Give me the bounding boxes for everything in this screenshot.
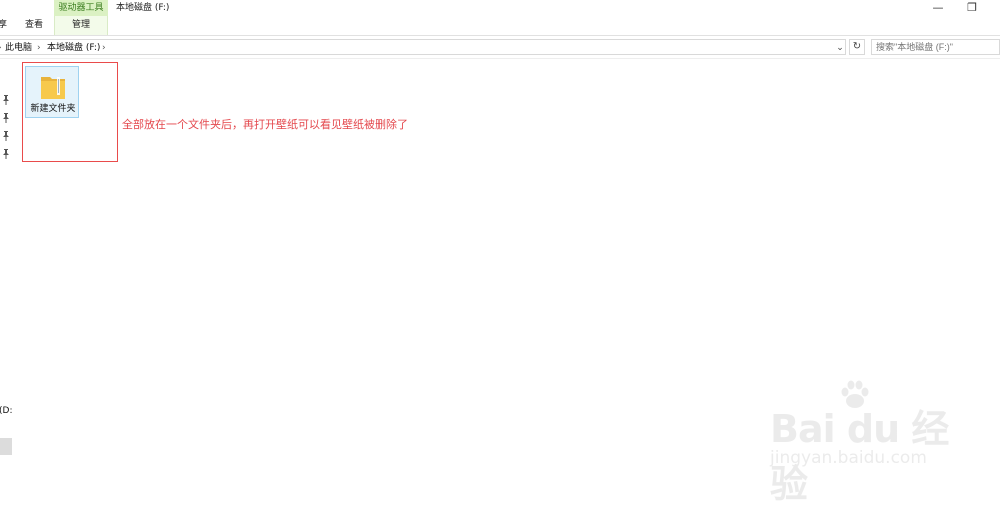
breadcrumb-separator[interactable]: › <box>102 40 106 56</box>
breadcrumb-separator: › <box>0 40 2 56</box>
nav-item-drive-d[interactable]: (D: <box>0 406 12 416</box>
breadcrumb-this-pc[interactable]: 此电脑 <box>5 40 32 56</box>
address-bar[interactable]: › 此电脑 › 本地磁盘 (F:) › ⌄ <box>0 39 846 55</box>
search-input[interactable] <box>871 39 1000 55</box>
nav-scrollbar-thumb[interactable] <box>0 438 12 455</box>
pin-icon[interactable] <box>2 131 10 141</box>
baidu-watermark: Bai du 经验 jingyan.baidu.com <box>770 380 950 506</box>
folder-icon <box>40 71 66 101</box>
folder-label: 新建文件夹 <box>30 104 76 114</box>
annotation-text: 全部放在一个文件夹后，再打开壁纸可以看见壁纸被删除了 <box>122 118 408 131</box>
breadcrumb-local-disk-f[interactable]: 本地磁盘 (F:) <box>47 40 100 56</box>
tab-view[interactable]: 查看 <box>18 16 50 35</box>
context-group-drive-tools: 驱动器工具 <box>54 0 108 16</box>
minimize-button[interactable]: — <box>924 0 952 16</box>
window-title: 本地磁盘 (F:) <box>116 3 170 13</box>
ribbon: 享 查看 驱动器工具 管理 本地磁盘 (F:) — ❐ <box>0 0 1000 36</box>
tab-manage[interactable]: 管理 <box>54 16 108 35</box>
breadcrumb-separator[interactable]: › <box>37 40 41 56</box>
pin-icon[interactable] <box>2 113 10 123</box>
pin-icon[interactable] <box>2 95 10 105</box>
tab-share[interactable]: 享 <box>0 16 7 35</box>
address-row: › 此电脑 › 本地磁盘 (F:) › ⌄ ↻ <box>0 36 1000 59</box>
watermark-site: jingyan.baidu.com <box>770 448 927 468</box>
restore-button[interactable]: ❐ <box>958 0 986 16</box>
chevron-down-icon[interactable]: ⌄ <box>834 40 846 56</box>
pin-icon[interactable] <box>2 149 10 159</box>
folder-item[interactable]: 新建文件夹 <box>25 66 79 118</box>
refresh-icon[interactable]: ↻ <box>849 39 865 55</box>
